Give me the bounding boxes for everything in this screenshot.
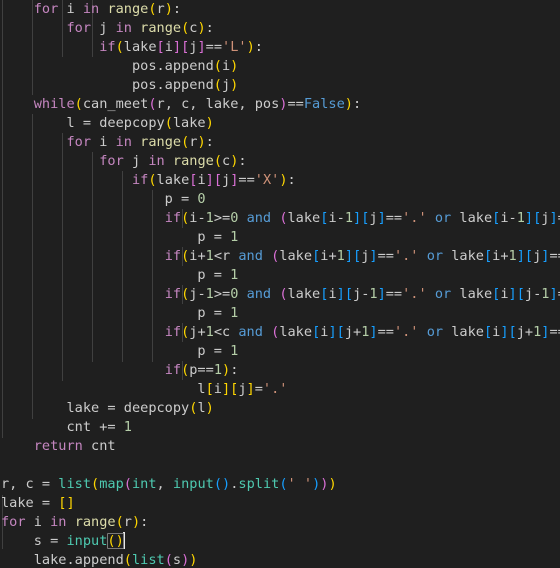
code-line[interactable]: l = deepcopy(lake) [0, 114, 560, 133]
code-content[interactable]: for i in range(r): for j in range(c): if… [0, 0, 560, 568]
code-line[interactable]: if(i+1<r and (lake[i+1][j]=='.' or lake[… [0, 247, 560, 266]
code-editor[interactable]: for i in range(r): for j in range(c): if… [0, 0, 560, 568]
code-line-active[interactable]: s = input() [0, 532, 560, 551]
code-line[interactable]: p = 1 [0, 266, 560, 285]
code-line[interactable]: p = 1 [0, 228, 560, 247]
code-line[interactable]: for j in range(c): [0, 19, 560, 38]
code-line[interactable]: lake = [] [0, 494, 560, 513]
code-line[interactable]: lake.append(list(s)) [0, 551, 560, 568]
code-line[interactable]: for i in range(r): [0, 133, 560, 152]
code-line[interactable]: for i in range(r): [0, 0, 560, 19]
code-line[interactable]: l[i][j]='.' [0, 380, 560, 399]
code-line[interactable]: for i in range(r): [0, 513, 560, 532]
code-line[interactable]: if(lake[i][j]=='X'): [0, 171, 560, 190]
code-line[interactable]: if(p==1): [0, 361, 560, 380]
code-line[interactable]: r, c = list(map(int, input().split(' '))… [0, 475, 560, 494]
code-line[interactable]: if(lake[i][j]=='L'): [0, 38, 560, 57]
code-line[interactable]: pos.append(j) [0, 76, 560, 95]
code-line[interactable]: lake = deepcopy(l) [0, 399, 560, 418]
code-line[interactable]: p = 1 [0, 304, 560, 323]
code-line[interactable]: while(can_meet(r, c, lake, pos)==False): [0, 95, 560, 114]
code-line[interactable]: pos.append(i) [0, 57, 560, 76]
code-line[interactable]: return cnt [0, 437, 560, 456]
code-line[interactable]: if(i-1>=0 and (lake[i-1][j]=='.' or lake… [0, 209, 560, 228]
code-line[interactable]: cnt += 1 [0, 418, 560, 437]
code-line[interactable]: p = 1 [0, 342, 560, 361]
code-line[interactable]: for j in range(c): [0, 152, 560, 171]
code-line[interactable]: if(j-1>=0 and (lake[i][j-1]=='.' or lake… [0, 285, 560, 304]
code-line[interactable]: p = 0 [0, 190, 560, 209]
text-cursor [122, 532, 125, 549]
bracket-match-highlight: () [107, 533, 124, 549]
code-line-blank[interactable] [0, 456, 560, 475]
code-line[interactable]: if(j+1<c and (lake[i][j+1]=='.' or lake[… [0, 323, 560, 342]
